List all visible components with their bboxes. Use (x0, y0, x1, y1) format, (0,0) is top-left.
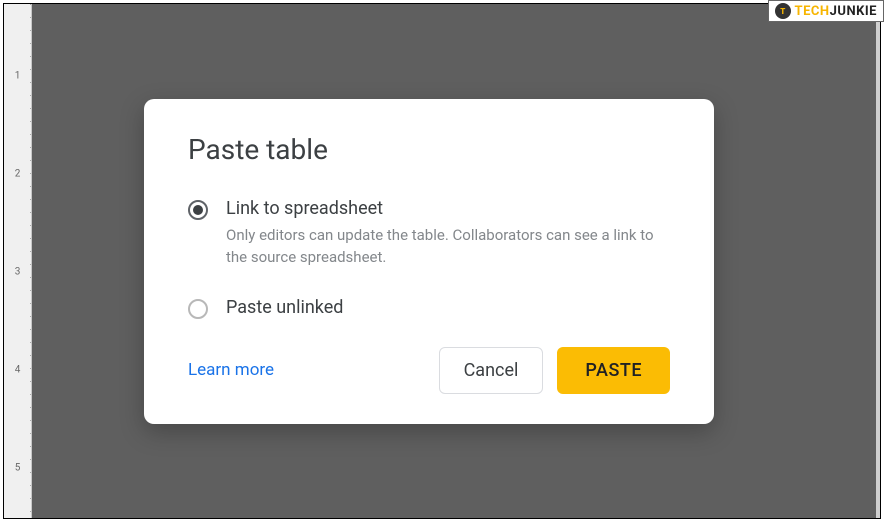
option-body: Paste unlinked (226, 297, 670, 318)
watermark-text: TECHJUNKIE (795, 4, 877, 19)
ruler-mark: 4 (15, 365, 21, 376)
radio-selected-icon[interactable] (188, 200, 208, 220)
option-link-to-spreadsheet[interactable]: Link to spreadsheet Only editors can upd… (188, 198, 670, 269)
option-description: Only editors can update the table. Colla… (226, 225, 670, 269)
dialog-footer: Learn more Cancel PASTE (188, 347, 670, 394)
dialog-buttons: Cancel PASTE (439, 347, 670, 394)
svg-text:T: T (780, 7, 786, 16)
app-frame: 1 2 3 4 5 Paste table Link to spreadshee… (3, 3, 881, 519)
option-paste-unlinked[interactable]: Paste unlinked (188, 297, 670, 319)
vertical-ruler: 1 2 3 4 5 (4, 4, 32, 518)
watermark-badge: T TECHJUNKIE (768, 0, 884, 22)
watermark-logo-icon: T (775, 3, 791, 19)
option-body: Link to spreadsheet Only editors can upd… (226, 198, 670, 269)
option-label: Paste unlinked (226, 297, 670, 318)
radio-unselected-icon[interactable] (188, 299, 208, 319)
paste-table-dialog: Paste table Link to spreadsheet Only edi… (144, 99, 714, 424)
ruler-mark: 5 (15, 463, 21, 474)
option-label: Link to spreadsheet (226, 198, 670, 219)
cancel-button[interactable]: Cancel (439, 347, 544, 394)
dialog-title: Paste table (188, 133, 670, 166)
learn-more-link[interactable]: Learn more (188, 360, 274, 380)
ruler-mark: 1 (15, 71, 21, 82)
page-edge (876, 4, 880, 518)
ruler-mark: 3 (15, 267, 21, 278)
paste-button[interactable]: PASTE (557, 347, 670, 394)
ruler-mark: 2 (15, 169, 21, 180)
